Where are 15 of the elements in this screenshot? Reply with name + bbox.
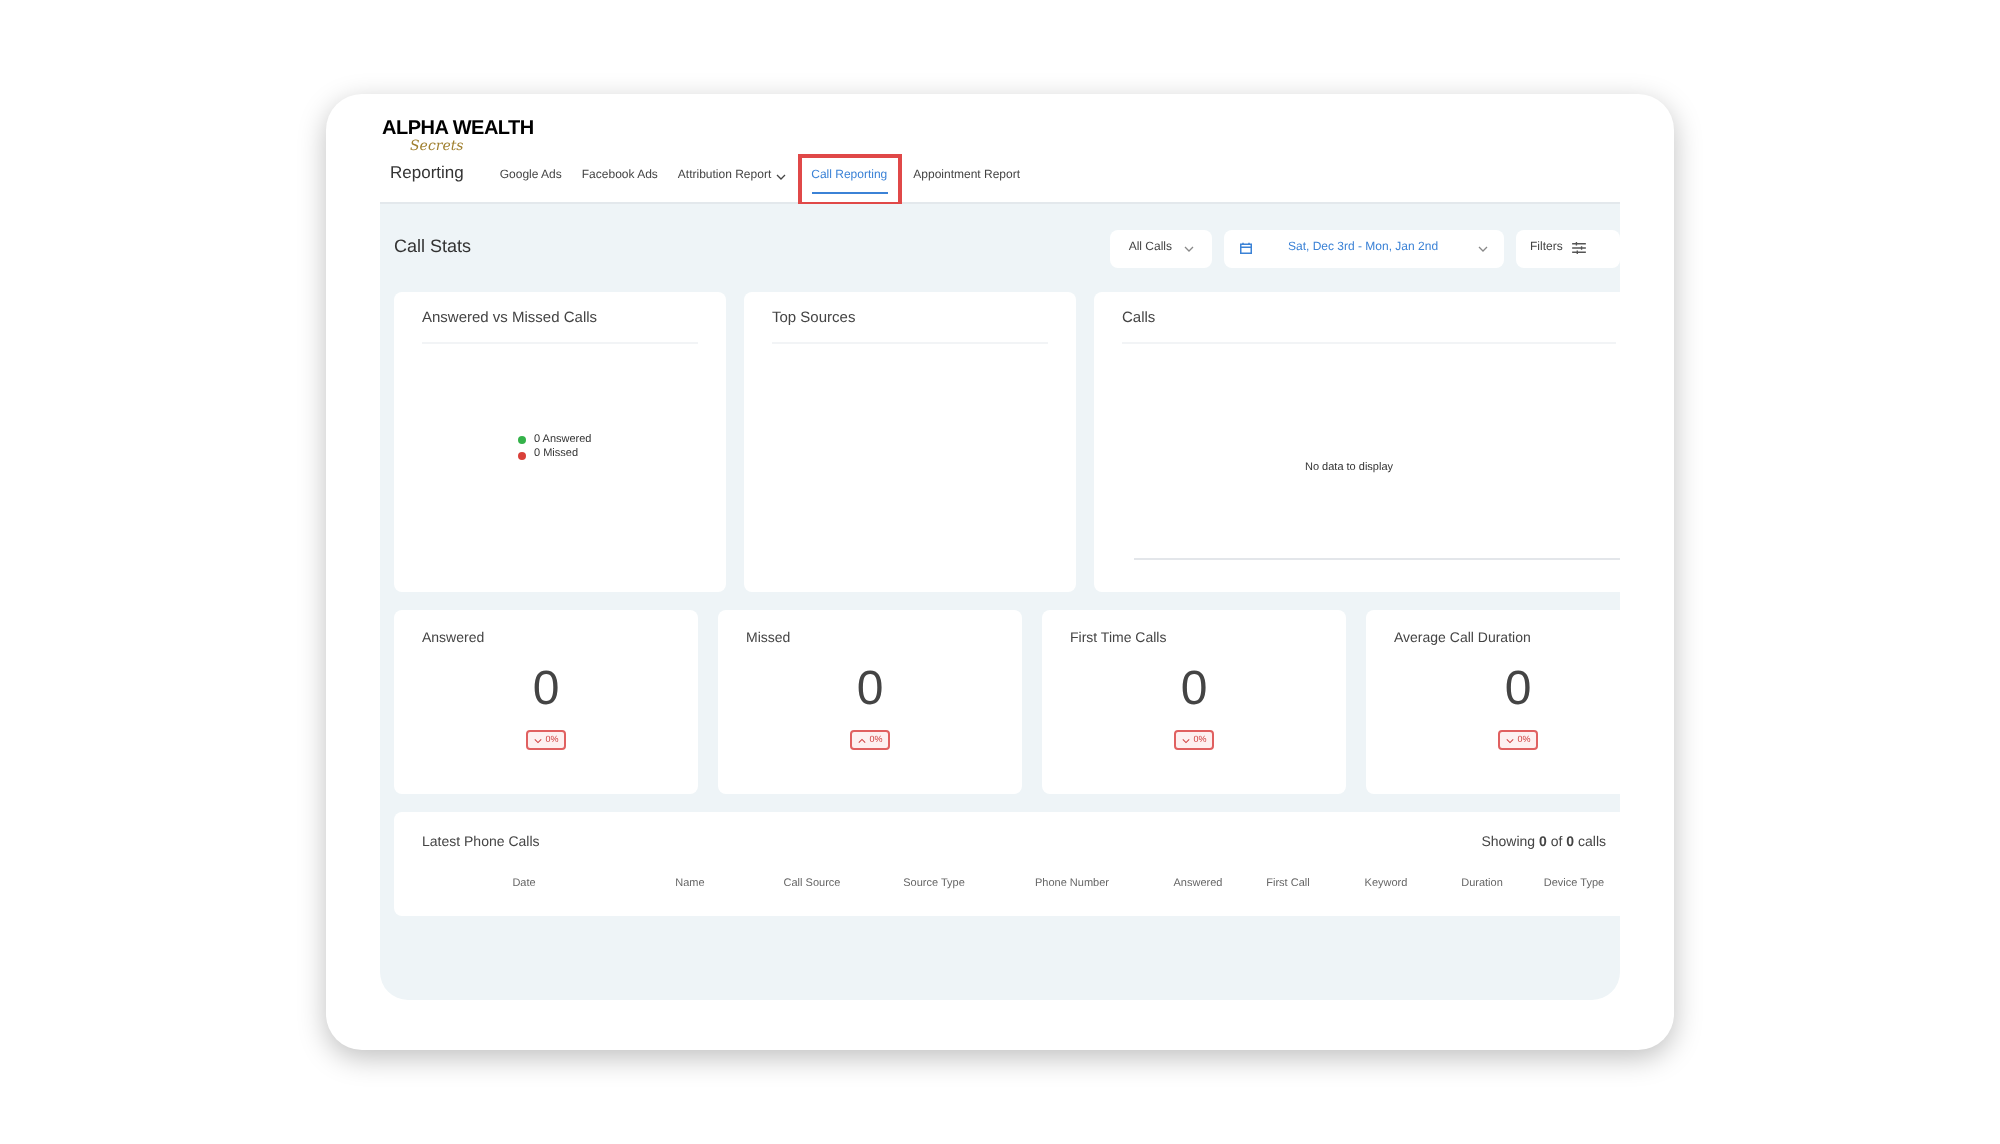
chevron-up-icon xyxy=(857,737,866,743)
stat-value: 0 xyxy=(532,666,560,714)
page-title: Reporting xyxy=(388,160,464,187)
stat-value: 0 xyxy=(1180,666,1208,714)
sliders-icon xyxy=(1572,242,1587,254)
logo-title: ALPHA WEALTH xyxy=(382,120,536,140)
chevron-down-icon xyxy=(533,737,542,743)
chevron-down-icon xyxy=(1181,737,1190,743)
section-title: Call Stats xyxy=(394,234,472,261)
stat-value: 0 xyxy=(856,666,884,714)
stat-value: 0 xyxy=(1504,666,1532,714)
chevron-down-icon xyxy=(1505,737,1514,743)
chevron-down-icon xyxy=(1478,245,1488,251)
calendar-icon xyxy=(1240,242,1252,254)
chevron-down-icon xyxy=(1184,245,1194,251)
